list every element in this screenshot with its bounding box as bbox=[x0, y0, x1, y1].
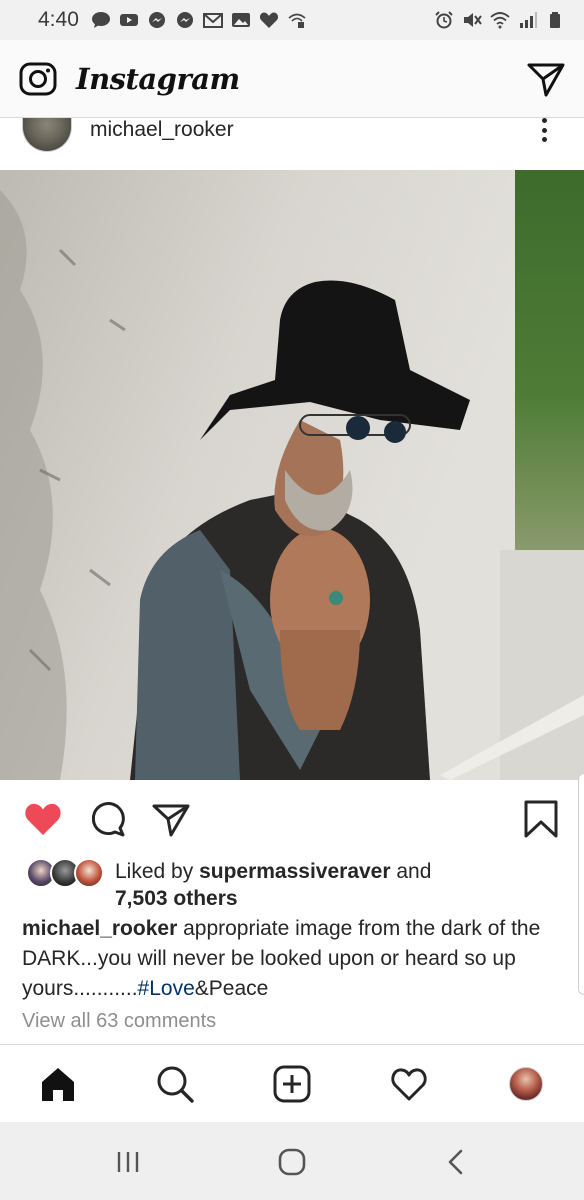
comment-icon[interactable] bbox=[86, 798, 128, 840]
paper-plane-icon[interactable] bbox=[526, 59, 566, 99]
search-icon[interactable] bbox=[154, 1063, 196, 1105]
add-post-icon[interactable] bbox=[271, 1063, 313, 1105]
post-avatar[interactable] bbox=[22, 118, 72, 152]
system-icons bbox=[434, 11, 566, 29]
camera-icon[interactable] bbox=[18, 59, 58, 99]
messenger-icon bbox=[175, 11, 195, 29]
liked-by-prefix: Liked by bbox=[115, 860, 200, 883]
messaging-icon bbox=[91, 11, 111, 29]
activity-heart-icon[interactable] bbox=[388, 1063, 430, 1105]
messenger-icon bbox=[147, 11, 167, 29]
liked-by-text[interactable]: Liked by supermassiveraver and 7,503 oth… bbox=[115, 858, 555, 912]
caption-hashtag[interactable]: #Love bbox=[138, 977, 195, 1000]
profile-avatar[interactable] bbox=[505, 1063, 547, 1105]
signal-icon bbox=[518, 11, 538, 29]
bottom-nav bbox=[0, 1044, 584, 1122]
wifi-calling-icon bbox=[287, 11, 307, 29]
profile-avatar-image bbox=[509, 1067, 543, 1101]
likes-summary: Liked by supermassiveraver and 7,503 oth… bbox=[0, 856, 584, 916]
more-vertical-icon[interactable] bbox=[534, 118, 554, 144]
liker-avatars[interactable] bbox=[26, 858, 106, 890]
share-icon[interactable] bbox=[150, 798, 192, 840]
youtube-icon bbox=[119, 11, 139, 29]
post-username[interactable]: michael_rooker bbox=[90, 118, 234, 142]
liked-by-and: and bbox=[390, 860, 432, 883]
recents-icon[interactable] bbox=[110, 1144, 146, 1180]
view-comments-link[interactable]: View all 63 comments bbox=[22, 1010, 216, 1033]
notification-icons bbox=[91, 11, 307, 29]
heart-icon bbox=[259, 11, 279, 29]
post-photo[interactable] bbox=[0, 170, 584, 780]
back-icon[interactable] bbox=[438, 1144, 474, 1180]
home-icon[interactable] bbox=[37, 1063, 79, 1105]
android-nav-bar bbox=[0, 1122, 584, 1200]
post-header: michael_rooker bbox=[0, 118, 584, 170]
liker-avatar[interactable] bbox=[74, 858, 104, 888]
home-circle-icon[interactable] bbox=[274, 1144, 310, 1180]
battery-icon bbox=[546, 11, 566, 29]
liked-by-user[interactable]: supermassiveraver bbox=[199, 860, 390, 883]
post-caption: michael_rooker appropriate image from th… bbox=[22, 914, 562, 1004]
wifi-icon bbox=[490, 11, 510, 29]
liked-by-others[interactable]: 7,503 others bbox=[115, 887, 238, 910]
bookmark-icon[interactable] bbox=[520, 798, 562, 840]
heart-filled-icon[interactable] bbox=[22, 798, 64, 840]
alarm-icon bbox=[434, 11, 454, 29]
app-header: Instagram bbox=[0, 40, 584, 118]
caption-username[interactable]: michael_rooker bbox=[22, 917, 177, 940]
mute-icon bbox=[462, 11, 482, 29]
status-time: 4:40 bbox=[38, 8, 79, 31]
gallery-icon bbox=[231, 11, 251, 29]
instagram-logo: Instagram bbox=[76, 61, 240, 96]
caption-tail: &Peace bbox=[194, 977, 269, 1000]
status-bar: 4:40 bbox=[0, 0, 584, 40]
post-actions bbox=[0, 780, 584, 856]
gmail-icon bbox=[202, 11, 223, 29]
